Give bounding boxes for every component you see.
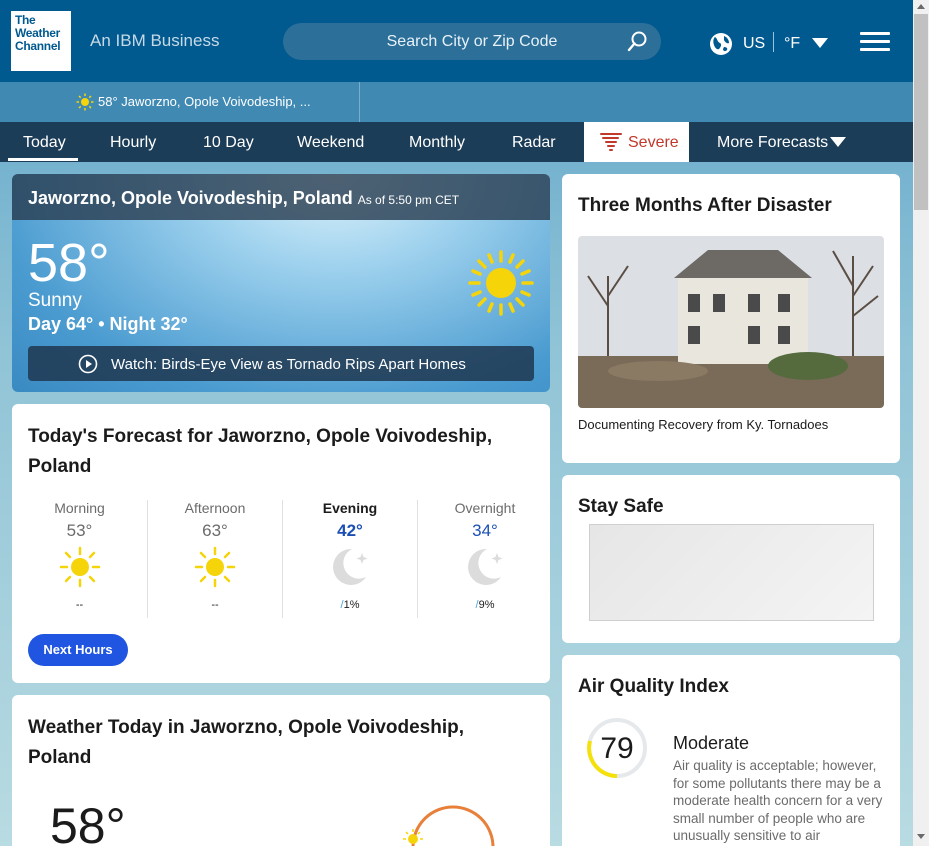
period-precip: /1% [340,599,360,611]
news-title[interactable]: Three Months After Disaster [578,191,832,221]
tab-monthly[interactable]: Monthly [409,134,465,152]
period-temp: 63° [202,521,228,540]
tab-severe[interactable]: Severe [584,122,689,162]
damaged-house-image [578,236,884,408]
aqi-category: Moderate [673,733,750,753]
period-precip: -- [211,599,219,611]
news-caption[interactable]: Documenting Recovery from Ky. Tornadoes [578,417,828,432]
location-heading: Jaworzno, Opole Voivodeship, Poland As o… [28,188,459,209]
stay-safe-card: Stay Safe [562,475,900,643]
search-placeholder: Search City or Zip Code [386,33,558,50]
period-temp: 34° [472,521,498,540]
period-precip: /9% [475,599,495,611]
news-card[interactable]: Three Months After Disaster Documenting … [562,174,900,463]
period-temp: 53° [66,521,93,540]
location-name: Jaworzno, Opole Voivodeship, Poland [28,188,353,208]
search-icon[interactable] [627,30,649,52]
weather-today-card: Weather Today in Jaworzno, Opole Voivode… [12,695,550,846]
watch-video-button[interactable]: Watch: Birds-Eye View as Tornado Rips Ap… [28,346,534,381]
tab-more-forecasts[interactable]: More Forecasts [717,134,828,152]
news-image[interactable] [578,236,884,408]
stay-safe-title: Stay Safe [578,496,664,517]
period-label: Overnight [454,500,516,516]
video-title: Watch: Birds-Eye View as Tornado Rips Ap… [111,356,466,373]
next-hours-button[interactable]: Next Hours [28,634,128,666]
recent-location-item[interactable]: 58° Jaworzno, Opole Voivodeship, ... [0,82,360,122]
recent-locations-bar: 58° Jaworzno, Opole Voivodeship, ... [0,82,913,122]
tab-weekend[interactable]: Weekend [297,134,364,152]
tornado-icon [600,133,622,151]
locale-selector[interactable]: US [743,35,765,53]
globe-icon[interactable] [709,32,733,56]
play-icon [78,354,98,374]
divider [773,32,774,52]
scrollbar-thumb[interactable] [914,14,928,210]
weather-channel-logo[interactable]: The Weather Channel [11,11,71,71]
sun-icon [59,546,100,588]
active-tab-indicator [8,158,78,161]
tab-10-day[interactable]: 10 Day [203,134,254,152]
hamburger-menu-icon[interactable] [860,32,890,52]
aqi-gauge: 79 [587,718,647,778]
tab-today[interactable]: Today [23,134,66,152]
unit-selector[interactable]: °F [784,35,800,53]
sun-icon [194,546,236,588]
forecast-title: Today's Forecast for Jaworzno, Opole Voi… [28,426,493,477]
sunrise-sunset-arc-icon [403,805,495,846]
period-precip: -- [75,599,84,611]
chevron-down-icon[interactable] [830,137,846,147]
tab-severe-label: Severe [628,134,679,151]
scroll-up-arrow-icon[interactable] [917,4,925,9]
tab-hourly[interactable]: Hourly [110,134,156,152]
current-temperature: 58° [28,233,110,293]
todays-forecast-card: Today's Forecast for Jaworzno, Opole Voi… [12,404,550,683]
current-conditions-header: Jaworzno, Opole Voivodeship, Poland As o… [12,174,550,220]
logo-line-3: Channel [15,39,61,53]
tab-radar[interactable]: Radar [512,134,556,152]
moon-icon [468,548,503,585]
period-label: Morning [54,500,105,516]
sun-icon [76,93,94,111]
forecast-period-afternoon: Afternoon 63° -- [147,500,282,618]
moon-icon [333,548,368,585]
period-label: Evening [322,500,378,516]
ibm-tagline: An IBM Business [90,31,220,50]
chevron-down-icon[interactable] [812,38,828,48]
forecast-period-morning: Morning 53° -- [12,500,147,618]
weather-phrase: Sunny [28,290,82,311]
sun-icon [468,250,534,316]
precip-value: 1% [343,599,360,611]
forecast-period-evening: Evening 42° /1% [282,500,417,618]
scroll-down-arrow-icon[interactable] [917,834,925,839]
air-quality-card: Air Quality Index 79 Moderate Air qualit… [562,655,900,846]
period-label: Afternoon [184,500,246,516]
search-input[interactable]: Search City or Zip Code [283,23,661,60]
current-conditions-card: Jaworzno, Opole Voivodeship, Poland As o… [12,174,550,392]
aqi-description: Air quality is acceptable; however, for … [673,758,883,843]
weather-today-title: Weather Today in Jaworzno, Opole Voivode… [28,717,465,768]
period-temp: 42° [337,521,363,540]
precip-value: 9% [478,599,495,611]
recent-location-label: 58° Jaworzno, Opole Voivodeship, ... [98,94,311,109]
forecast-period-overnight: Overnight 34° /9% [417,500,552,618]
as-of-time: As of 5:50 pm CET [357,193,460,207]
forecast-nav: Today Hourly 10 Day Weekend Monthly Rada… [0,122,913,162]
feels-like-temperature: 58° [50,798,126,846]
aqi-value: 79 [600,732,633,765]
aqi-title: Air Quality Index [578,676,729,697]
site-header: The Weather Channel An IBM Business Sear… [0,0,913,82]
ad-placeholder[interactable] [589,524,874,621]
day-night-temps: Day 64° • Night 32° [28,314,188,334]
